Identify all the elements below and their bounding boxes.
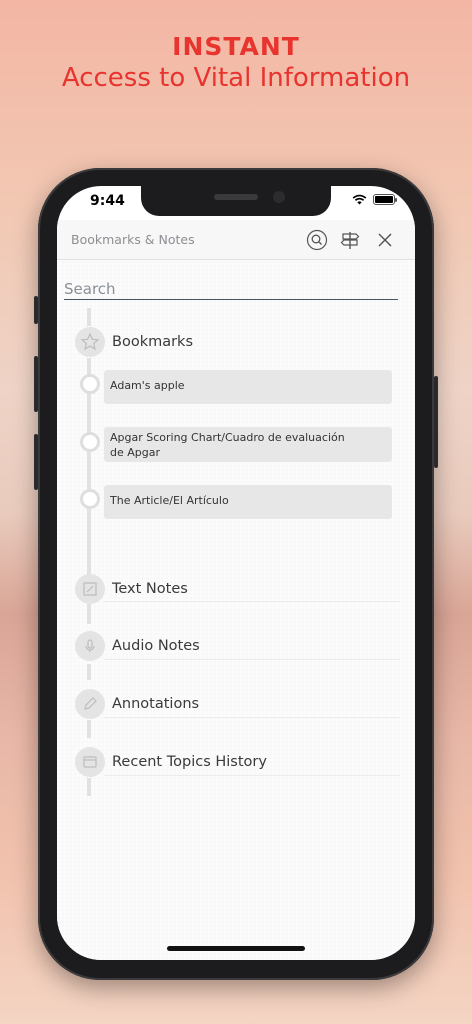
pencil-icon	[75, 689, 105, 719]
microphone-icon	[75, 631, 105, 661]
timeline-node	[80, 374, 100, 394]
promo-title: INSTANT	[172, 32, 300, 61]
close-icon[interactable]	[373, 228, 397, 252]
bookmark-title: Apgar Scoring Chart/Cuadro de evaluación…	[110, 431, 345, 459]
text-note-icon	[75, 574, 105, 604]
home-indicator[interactable]	[167, 946, 305, 951]
section-label: Recent Topics History	[112, 754, 267, 770]
phone-volume-down	[34, 434, 38, 490]
timeline-node	[80, 432, 100, 452]
bookmark-title: The Article/El Artículo	[110, 494, 229, 507]
bookmark-title: Adam's apple	[110, 379, 185, 392]
promo-subtitle: Access to Vital Information	[61, 63, 411, 93]
history-icon	[75, 747, 105, 777]
phone-mute-switch	[34, 296, 38, 324]
promo-headline: INSTANT Access to Vital Information	[0, 32, 472, 93]
bookmark-item[interactable]: Apgar Scoring Chart/Cuadro de evaluación…	[104, 427, 392, 462]
status-icons	[352, 194, 397, 205]
timeline-node	[80, 489, 100, 509]
bookmark-item[interactable]: The Article/El Artículo	[104, 485, 392, 519]
section-audio-notes[interactable]: Audio Notes	[75, 630, 200, 662]
wifi-icon	[352, 194, 367, 205]
section-label: Text Notes	[112, 581, 188, 597]
phone-volume-up	[34, 356, 38, 412]
section-bookmarks[interactable]: Bookmarks	[75, 326, 193, 358]
bookmarks-notes-content: Bookmarks Adam's apple Apgar Scoring Cha…	[57, 260, 415, 960]
section-annotations[interactable]: Annotations	[75, 688, 199, 720]
star-icon	[75, 327, 105, 357]
phone-power-button	[434, 376, 438, 468]
app-screen: 9:44 Bookmarks & Notes Search Bookmarks …	[57, 186, 415, 960]
notch	[141, 186, 331, 216]
bookmark-item[interactable]: Adam's apple	[104, 370, 392, 404]
section-label: Bookmarks	[112, 334, 194, 350]
section-label: Audio Notes	[112, 638, 200, 654]
search-icon[interactable]	[305, 228, 329, 252]
nav-title: Bookmarks & Notes	[71, 232, 195, 247]
search-input[interactable]	[64, 278, 398, 300]
nav-bar: Bookmarks & Notes	[57, 220, 415, 260]
status-time: 9:44	[90, 193, 125, 209]
phone-frame: 9:44 Bookmarks & Notes Search Bookmarks …	[34, 168, 438, 980]
section-label: Annotations	[112, 696, 200, 712]
battery-icon	[373, 194, 397, 205]
section-recent-topics-history[interactable]: Recent Topics History	[75, 746, 267, 778]
signpost-icon[interactable]	[338, 228, 362, 252]
